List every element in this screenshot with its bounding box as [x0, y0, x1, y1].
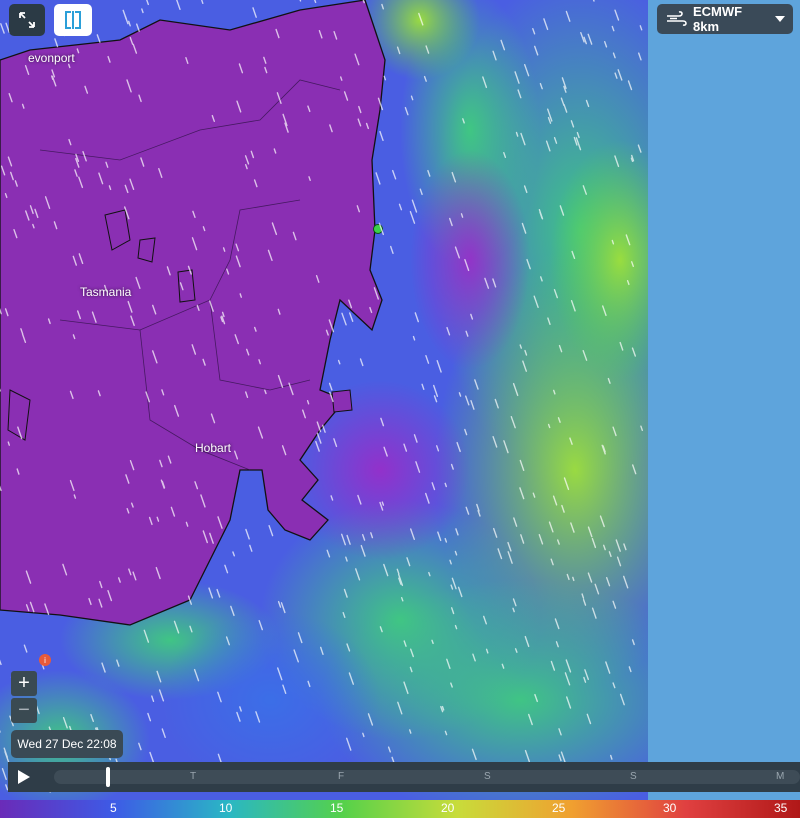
wind-particle	[7, 441, 11, 446]
map-label-hobart: Hobart	[195, 441, 232, 455]
day-label: F	[338, 771, 345, 782]
wind-particle	[572, 576, 575, 582]
legend-label: 15	[330, 801, 344, 815]
legend-label: 5	[110, 801, 117, 815]
play-icon	[18, 770, 30, 784]
expand-icon	[19, 12, 35, 28]
wind-speed-legend: 5 10 15 20 25 30 35	[0, 800, 800, 818]
legend-label: 35	[774, 801, 788, 815]
legend-label: 10	[219, 801, 233, 815]
wind-particle	[306, 400, 310, 405]
legend-label: 25	[552, 801, 566, 815]
timeline-handle[interactable]	[106, 767, 111, 787]
day-label: M	[776, 771, 785, 782]
info-marker[interactable]: i	[39, 654, 51, 666]
wind-particle	[201, 0, 204, 4]
map-label-devonport: evonport	[28, 51, 75, 65]
fullscreen-button[interactable]	[9, 4, 45, 36]
legend-label: 20	[441, 801, 455, 815]
datetime-display: Wed 27 Dec 22:08	[11, 730, 123, 758]
day-label: S	[484, 771, 491, 782]
caret-down-icon	[775, 16, 785, 22]
day-label: T	[190, 771, 197, 782]
legend-label: 30	[663, 801, 677, 815]
timeline-track[interactable]	[54, 770, 800, 784]
wind-map[interactable]	[0, 0, 800, 818]
model-selector[interactable]: ECMWF 8km	[657, 4, 793, 34]
model-label: ECMWF 8km	[693, 4, 743, 34]
wind-icon	[667, 11, 687, 26]
map-label-tasmania: Tasmania	[80, 285, 132, 299]
day-label: S	[630, 771, 637, 782]
timeline-bar[interactable]: T F S S M	[8, 762, 800, 792]
zoom-in-button[interactable]: +	[11, 671, 37, 696]
logo-icon	[65, 11, 81, 29]
zoom-out-button[interactable]: −	[11, 698, 37, 723]
play-button[interactable]	[8, 762, 40, 792]
app-logo-button[interactable]	[54, 4, 92, 36]
